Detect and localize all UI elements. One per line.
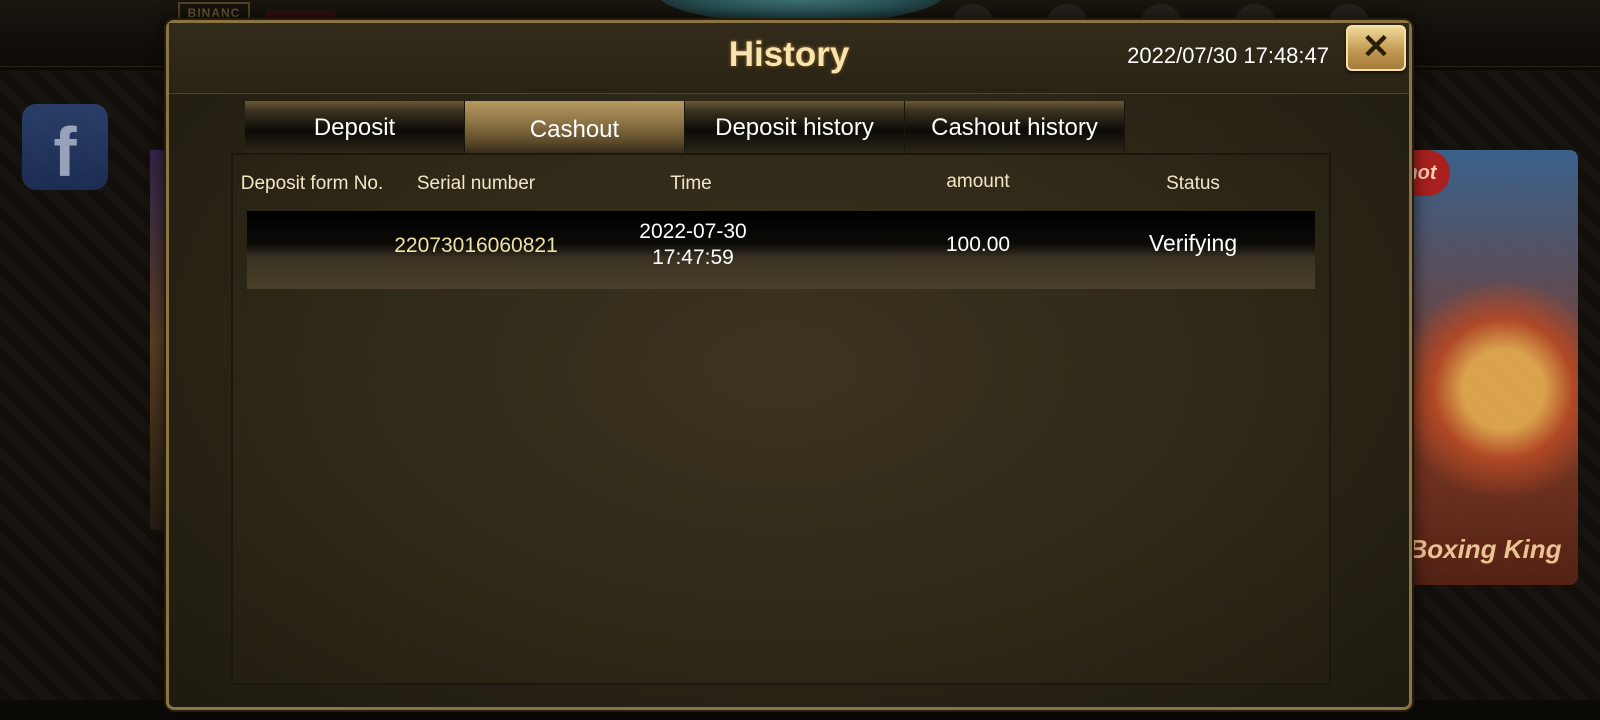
table-row[interactable]: 22073016060821 2022-07-30 17:47:59 100.0… xyxy=(247,211,1315,289)
header-status: Status xyxy=(1166,173,1220,194)
tab-deposit[interactable]: Deposit xyxy=(245,101,465,155)
cell-clock-time: 17:47:59 xyxy=(652,246,734,269)
history-dialog: History 2022/07/30 17:48:47 ✕ Deposit Ca… xyxy=(166,20,1412,710)
boxing-king-game-tile: Boxing King xyxy=(1392,150,1578,585)
cell-serial-number: 22073016060821 xyxy=(394,234,558,257)
cell-amount: 100.00 xyxy=(945,233,1011,256)
facebook-icon: f xyxy=(22,104,108,191)
table-header: Deposit form No. Serial number Time amou… xyxy=(233,165,1329,205)
tab-cashout[interactable]: Cashout xyxy=(465,101,685,155)
background-game-tile xyxy=(150,150,166,530)
header-amount: amount xyxy=(946,171,1010,192)
header-deposit-form-no: Deposit form No. xyxy=(240,173,384,194)
history-tabs: Deposit Cashout Deposit history Cashout … xyxy=(245,101,1125,155)
cell-time: 2022-07-30 17:47:59 xyxy=(639,219,746,271)
tab-deposit-history[interactable]: Deposit history xyxy=(685,101,905,155)
current-time: 2022/07/30 17:48:47 xyxy=(1127,43,1329,68)
header-serial-number: Serial number xyxy=(416,173,536,194)
cell-status: Verifying xyxy=(1148,230,1238,256)
tab-cashout-history[interactable]: Cashout history xyxy=(905,101,1125,155)
dialog-header: History 2022/07/30 17:48:47 ✕ xyxy=(169,23,1409,94)
cell-date: 2022-07-30 xyxy=(639,220,747,243)
game-title: Boxing King xyxy=(1408,534,1562,564)
header-time: Time xyxy=(670,173,712,194)
close-button[interactable]: ✕ xyxy=(1346,25,1406,71)
history-table: Deposit form No. Serial number Time amou… xyxy=(231,153,1331,685)
